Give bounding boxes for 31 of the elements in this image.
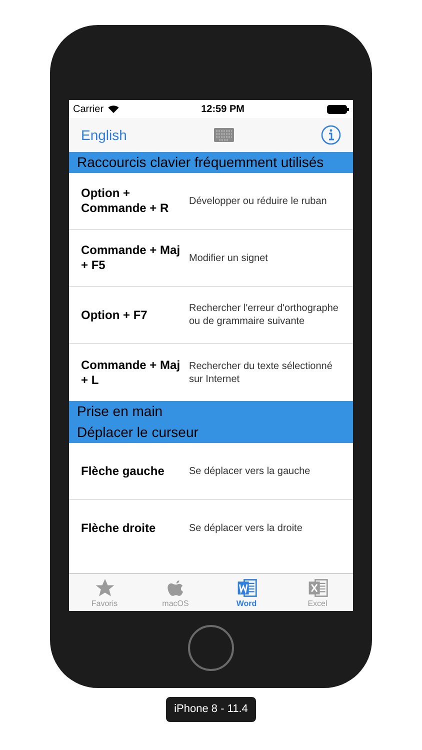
shortcut-keys: Flèche droite bbox=[81, 521, 189, 536]
shortcut-keys: Commande + Maj + F5 bbox=[81, 243, 189, 273]
document-x-icon bbox=[306, 576, 328, 598]
shortcut-description: Rechercher du texte sélectionné sur Internet bbox=[189, 360, 334, 386]
shortcut-description: Développer ou réduire le ruban bbox=[189, 194, 328, 208]
info-icon[interactable] bbox=[320, 125, 341, 145]
shortcut-description: Modifier un signet bbox=[189, 252, 269, 264]
star-icon bbox=[94, 576, 116, 598]
shortcut-keys: Commande + Maj + L bbox=[81, 358, 189, 388]
tab-item[interactable]: Word bbox=[211, 574, 282, 611]
carrier-label: Carrier bbox=[73, 102, 104, 116]
clock-time: 12:59 PM bbox=[201, 102, 244, 116]
keyboard-icon[interactable] bbox=[214, 128, 234, 142]
battery-icon bbox=[326, 104, 349, 114]
section-title: Prise en main bbox=[77, 402, 164, 421]
section-title: Déplacer le curseur bbox=[77, 423, 200, 442]
shortcut-description: Se déplacer vers la droite bbox=[189, 522, 304, 535]
shortcut-keys: Option + F7 bbox=[81, 308, 189, 322]
shortcut-keys: Flèche gauche bbox=[81, 464, 189, 478]
shortcut-description: Se déplacer vers la gauche bbox=[189, 464, 312, 478]
tab-item[interactable]: Favoris bbox=[69, 574, 140, 611]
wifi-icon bbox=[108, 105, 119, 113]
device-label: iPhone 8 - 11.4 bbox=[166, 697, 256, 722]
section-title: Raccourcis clavier fréquemment utilisés bbox=[77, 153, 325, 172]
shortcut-keys: Option + Commande + R bbox=[81, 186, 189, 216]
english-link[interactable]: English bbox=[81, 124, 127, 146]
tab-item[interactable]: Excel bbox=[282, 574, 353, 611]
shortcut-description: Rechercher l'erreur d'orthographe ou de grammaire suivante bbox=[189, 302, 340, 328]
tab-item[interactable]: macOS bbox=[140, 574, 211, 611]
document-w-icon bbox=[236, 576, 258, 598]
home-button[interactable] bbox=[188, 625, 234, 671]
